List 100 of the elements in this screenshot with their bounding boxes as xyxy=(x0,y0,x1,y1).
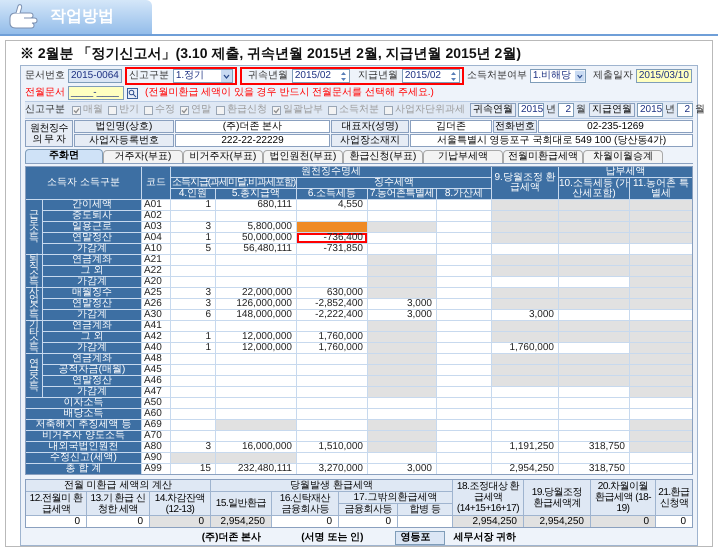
dropdown[interactable]: 1.비해당 xyxy=(530,69,586,83)
table-cell[interactable] xyxy=(437,387,491,397)
table-cell[interactable] xyxy=(171,387,215,397)
table-cell[interactable] xyxy=(630,442,692,452)
spinner-icon[interactable] xyxy=(340,70,347,82)
table-cell[interactable] xyxy=(216,365,296,375)
table-cell[interactable] xyxy=(368,277,436,287)
table-cell[interactable] xyxy=(368,255,436,265)
table-cell[interactable] xyxy=(630,398,692,408)
table-cell[interactable] xyxy=(297,431,367,441)
table-cell[interactable]: 1,760,000 xyxy=(297,332,367,342)
table-cell[interactable] xyxy=(559,233,629,243)
table-cell[interactable] xyxy=(216,398,296,408)
checkbox[interactable] xyxy=(272,106,281,114)
table-cell[interactable] xyxy=(630,277,692,287)
table-cell[interactable] xyxy=(492,409,558,419)
table-cell[interactable] xyxy=(630,409,692,419)
table-cell[interactable] xyxy=(437,431,491,441)
checkbox[interactable] xyxy=(216,106,225,114)
tab[interactable]: 전월미환급세액 xyxy=(503,150,583,163)
table-cell[interactable] xyxy=(437,464,491,474)
table-cell[interactable]: 318,750 xyxy=(559,442,629,452)
table-cell[interactable] xyxy=(492,288,558,298)
table-cell[interactable] xyxy=(368,376,436,386)
table-cell[interactable]: 1,191,250 xyxy=(492,442,558,452)
table-cell[interactable] xyxy=(437,288,491,298)
checkbox[interactable] xyxy=(108,106,117,114)
table-cell[interactable] xyxy=(630,288,692,298)
table-cell[interactable] xyxy=(492,376,558,386)
table-cell[interactable] xyxy=(171,255,215,265)
table-cell[interactable] xyxy=(368,233,436,243)
table-cell[interactable] xyxy=(492,453,558,463)
table-cell[interactable] xyxy=(368,409,436,419)
table-cell[interactable] xyxy=(559,200,629,210)
table-cell[interactable] xyxy=(630,211,692,221)
search-icon[interactable] xyxy=(127,88,138,98)
table-cell[interactable] xyxy=(630,343,692,353)
table-cell[interactable]: 1,760,000 xyxy=(492,343,558,353)
table-cell[interactable] xyxy=(630,255,692,265)
tab[interactable]: 환급신청(부표) xyxy=(343,150,423,163)
table-cell[interactable] xyxy=(559,277,629,287)
table-cell[interactable] xyxy=(437,299,491,309)
input-field[interactable]: 영등포 xyxy=(395,531,446,545)
table-cell[interactable] xyxy=(398,516,452,527)
table-cell[interactable] xyxy=(559,332,629,342)
table-cell[interactable]: 0 xyxy=(150,516,210,527)
table-cell[interactable] xyxy=(492,299,558,309)
table-cell[interactable] xyxy=(368,420,436,430)
table-cell[interactable]: 3,270,000 xyxy=(297,464,367,474)
table-cell[interactable] xyxy=(630,222,692,232)
table-cell[interactable] xyxy=(171,266,215,276)
table-cell[interactable]: 1 xyxy=(171,233,215,243)
table-cell[interactable]: 0 xyxy=(272,516,338,527)
table-cell[interactable] xyxy=(216,266,296,276)
table-cell[interactable]: -2,852,400 xyxy=(297,299,367,309)
input-field[interactable]: 2015 xyxy=(637,103,663,117)
table-cell[interactable] xyxy=(297,211,367,221)
table-cell[interactable] xyxy=(630,244,692,254)
table-cell[interactable]: 1,760,000 xyxy=(297,343,367,353)
table-cell[interactable]: 16,000,000 xyxy=(216,442,296,452)
table-cell[interactable] xyxy=(492,332,558,342)
table-cell[interactable]: 1 xyxy=(171,200,215,210)
table-cell[interactable] xyxy=(492,222,558,232)
table-cell[interactable] xyxy=(297,420,367,430)
table-cell[interactable] xyxy=(437,354,491,364)
table-cell[interactable] xyxy=(368,244,436,254)
table-cell[interactable]: 12,000,000 xyxy=(216,343,296,353)
table-cell[interactable]: 22,000,000 xyxy=(216,288,296,298)
table-cell[interactable] xyxy=(437,442,491,452)
table-cell[interactable] xyxy=(216,387,296,397)
table-cell[interactable] xyxy=(559,431,629,441)
table-cell[interactable]: 5 xyxy=(171,244,215,254)
table-cell[interactable] xyxy=(559,321,629,331)
table-cell[interactable] xyxy=(216,453,296,463)
table-cell[interactable] xyxy=(437,409,491,419)
input-field[interactable]: 02-235-1269 xyxy=(538,120,693,133)
table-cell[interactable] xyxy=(171,365,215,375)
input-field[interactable]: 2 xyxy=(558,103,574,117)
table-cell[interactable] xyxy=(630,321,692,331)
table-cell[interactable] xyxy=(492,354,558,364)
input-field[interactable]: 김더존 xyxy=(410,120,492,133)
table-cell[interactable] xyxy=(437,332,491,342)
input-field[interactable]: 2015/02 xyxy=(292,69,350,83)
table-cell[interactable]: -731,850 xyxy=(297,244,367,254)
table-cell[interactable] xyxy=(559,420,629,430)
table-cell[interactable]: 3 xyxy=(171,442,215,452)
table-cell[interactable] xyxy=(630,233,692,243)
table-cell[interactable] xyxy=(630,431,692,441)
tab[interactable]: 비거주자(부표) xyxy=(183,150,263,163)
table-cell[interactable] xyxy=(368,266,436,276)
table-cell[interactable] xyxy=(492,387,558,397)
table-cell[interactable] xyxy=(171,321,215,331)
table-cell[interactable] xyxy=(216,255,296,265)
table-cell[interactable] xyxy=(297,277,367,287)
table-cell[interactable] xyxy=(368,200,436,210)
table-cell[interactable] xyxy=(492,398,558,408)
tab[interactable]: 기납부세액 xyxy=(423,150,503,163)
table-cell[interactable] xyxy=(630,420,692,430)
table-cell[interactable]: 2,954,250 xyxy=(211,516,271,527)
checkbox[interactable] xyxy=(180,106,189,114)
